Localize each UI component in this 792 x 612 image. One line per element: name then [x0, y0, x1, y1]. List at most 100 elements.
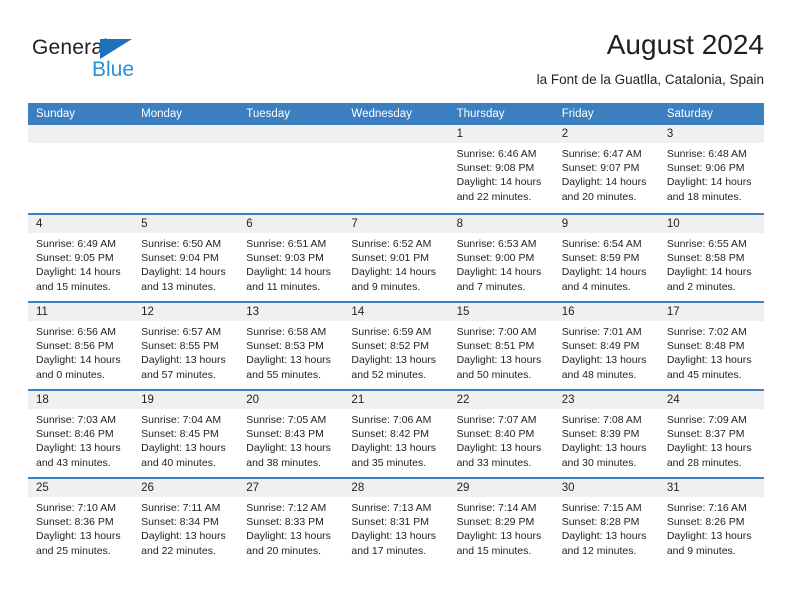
sunrise-text: Sunrise: 7:00 AM: [456, 326, 537, 338]
daylight-text-line1: Daylight: 13 hours: [666, 354, 752, 367]
day-cell[interactable]: 1 Sunrise: 6:46 AM Sunset: 9:08 PM Daylight…: [448, 125, 554, 213]
daylight-text-line1: Daylight: 13 hours: [141, 530, 226, 543]
day-cell[interactable]: 5 Sunrise: 6:50 AM Sunset: 9:04 PM Daylight…: [133, 215, 239, 301]
day-cell[interactable]: 27 Sunrise: 7:12 AM Sunset: 8:33 PM Dayligh…: [238, 479, 344, 565]
sunset-text: Sunset: 9:01 PM: [351, 252, 430, 265]
day-info: Sunrise: 7:09 AM Sunset: 8:37 PM Daylight:…: [659, 409, 764, 470]
daylight-text-line2: and 45 minutes.: [666, 368, 742, 381]
day-number: [238, 125, 344, 143]
day-cell[interactable]: 10 Sunrise: 6:55 AM Sunset: 8:58 PM Dayligh…: [658, 215, 764, 301]
sunrise-text: Sunrise: 6:55 AM: [666, 238, 747, 250]
sunset-text: Sunset: 8:39 PM: [561, 428, 640, 441]
day-cell[interactable]: 4 Sunrise: 6:49 AM Sunset: 9:05 PM Daylight…: [28, 215, 134, 301]
day-cell[interactable]: 31 Sunrise: 7:16 AM Sunset: 8:26 PM Dayligh…: [658, 479, 764, 565]
day-info: Sunrise: 6:55 AM Sunset: 8:58 PM Daylight:…: [659, 233, 764, 294]
day-cell[interactable]: 16 Sunrise: 7:01 AM Sunset: 8:49 PM Dayligh…: [553, 303, 659, 389]
daylight-text-line1: Daylight: 13 hours: [141, 442, 226, 455]
day-cell[interactable]: 13 Sunrise: 6:58 AM Sunset: 8:53 PM Dayligh…: [238, 303, 344, 389]
sunset-text: Sunset: 8:43 PM: [246, 428, 324, 441]
day-cell[interactable]: 19 Sunrise: 7:04 AM Sunset: 8:45 PM Dayligh…: [133, 391, 239, 477]
day-number: 9: [553, 215, 659, 233]
day-cell[interactable]: 7 Sunrise: 6:52 AM Sunset: 9:01 PM Daylight…: [343, 215, 449, 301]
sunrise-text: Sunrise: 7:16 AM: [666, 502, 747, 514]
sunrise-text: Sunrise: 7:09 AM: [666, 414, 747, 426]
daylight-text-line2: and 15 minutes.: [36, 280, 111, 293]
sunrise-text: Sunrise: 7:07 AM: [456, 414, 537, 426]
calendar-page: General Blue August 2024 la Font de la G…: [0, 0, 792, 612]
day-info: Sunrise: 6:56 AM Sunset: 8:56 PM Daylight:…: [28, 321, 133, 382]
sunrise-text: Sunrise: 7:05 AM: [246, 414, 327, 426]
day-info: Sunrise: 7:11 AM Sunset: 8:34 PM Daylight:…: [133, 497, 238, 558]
daylight-text-line2: and 20 minutes.: [561, 190, 637, 203]
day-cell[interactable]: 8 Sunrise: 6:53 AM Sunset: 9:00 PM Daylight…: [448, 215, 554, 301]
daylight-text-line1: Daylight: 14 hours: [456, 266, 542, 279]
sunset-text: Sunset: 8:26 PM: [666, 516, 745, 529]
day-cell[interactable]: 23 Sunrise: 7:08 AM Sunset: 8:39 PM Dayligh…: [553, 391, 659, 477]
day-info: Sunrise: 6:53 AM Sunset: 9:00 PM Daylight:…: [449, 233, 554, 294]
day-info: Sunrise: 6:59 AM Sunset: 8:52 PM Daylight:…: [343, 321, 448, 382]
sunrise-text: Sunrise: 7:13 AM: [351, 502, 432, 514]
sunset-text: Sunset: 8:31 PM: [351, 516, 430, 529]
sunset-text: Sunset: 8:45 PM: [141, 428, 219, 441]
day-cell[interactable]: 11 Sunrise: 6:56 AM Sunset: 8:56 PM Dayligh…: [28, 303, 134, 389]
daylight-text-line1: Daylight: 13 hours: [456, 354, 542, 367]
week-row: 4 Sunrise: 6:49 AM Sunset: 9:05 PM Daylight…: [28, 213, 764, 301]
day-cell[interactable]: 14 Sunrise: 6:59 AM Sunset: 8:52 PM Dayligh…: [343, 303, 449, 389]
weekday-header-sunday: Sunday: [36, 108, 76, 120]
day-cell[interactable]: 3 Sunrise: 6:48 AM Sunset: 9:06 PM Daylight…: [658, 125, 764, 213]
daylight-text-line1: Daylight: 13 hours: [246, 530, 331, 543]
sunrise-text: Sunrise: 6:54 AM: [561, 238, 642, 250]
day-info: Sunrise: 7:04 AM Sunset: 8:45 PM Daylight:…: [133, 409, 238, 470]
day-cell[interactable]: 24 Sunrise: 7:09 AM Sunset: 8:37 PM Dayligh…: [658, 391, 764, 477]
day-cell-empty: [238, 125, 344, 213]
sunrise-text: Sunrise: 6:59 AM: [351, 326, 432, 338]
week-row: 11 Sunrise: 6:56 AM Sunset: 8:56 PM Dayligh…: [28, 301, 764, 389]
weekday-header-tuesday: Tuesday: [246, 108, 290, 120]
day-cell[interactable]: 15 Sunrise: 7:00 AM Sunset: 8:51 PM Dayligh…: [448, 303, 554, 389]
day-number: 30: [553, 479, 659, 497]
day-number: 12: [133, 303, 239, 321]
sunset-text: Sunset: 9:04 PM: [141, 252, 219, 265]
sunset-text: Sunset: 8:52 PM: [351, 340, 430, 353]
day-cell[interactable]: 26 Sunrise: 7:11 AM Sunset: 8:34 PM Dayligh…: [133, 479, 239, 565]
day-cell[interactable]: 12 Sunrise: 6:57 AM Sunset: 8:55 PM Dayligh…: [133, 303, 239, 389]
daylight-text-line2: and 18 minutes.: [666, 190, 742, 203]
sunrise-text: Sunrise: 7:12 AM: [246, 502, 327, 514]
day-cell[interactable]: 22 Sunrise: 7:07 AM Sunset: 8:40 PM Dayligh…: [448, 391, 554, 477]
day-number: 24: [658, 391, 764, 409]
daylight-text-line1: Daylight: 13 hours: [246, 442, 331, 455]
daylight-text-line2: and 38 minutes.: [246, 456, 321, 469]
day-info: Sunrise: 6:54 AM Sunset: 8:59 PM Daylight:…: [554, 233, 659, 294]
day-cell[interactable]: 9 Sunrise: 6:54 AM Sunset: 8:59 PM Daylight…: [553, 215, 659, 301]
daylight-text-line1: Daylight: 14 hours: [141, 266, 226, 279]
day-cell[interactable]: 17 Sunrise: 7:02 AM Sunset: 8:48 PM Dayligh…: [658, 303, 764, 389]
day-cell[interactable]: 30 Sunrise: 7:15 AM Sunset: 8:28 PM Dayligh…: [553, 479, 659, 565]
day-info: Sunrise: 6:51 AM Sunset: 9:03 PM Daylight:…: [238, 233, 343, 294]
day-cell[interactable]: 21 Sunrise: 7:06 AM Sunset: 8:42 PM Dayligh…: [343, 391, 449, 477]
daylight-text-line2: and 11 minutes.: [246, 280, 321, 293]
day-cell[interactable]: 18 Sunrise: 7:03 AM Sunset: 8:46 PM Dayligh…: [28, 391, 134, 477]
general-blue-logo[interactable]: General Blue: [32, 36, 162, 86]
day-info: Sunrise: 6:57 AM Sunset: 8:55 PM Daylight:…: [133, 321, 238, 382]
day-number: 4: [28, 215, 134, 233]
daylight-text-line2: and 2 minutes.: [666, 280, 736, 293]
day-cell[interactable]: 20 Sunrise: 7:05 AM Sunset: 8:43 PM Dayligh…: [238, 391, 344, 477]
daylight-text-line2: and 30 minutes.: [561, 456, 637, 469]
daylight-text-line2: and 15 minutes.: [456, 544, 532, 557]
day-cell[interactable]: 28 Sunrise: 7:13 AM Sunset: 8:31 PM Dayligh…: [343, 479, 449, 565]
daylight-text-line1: Daylight: 13 hours: [666, 442, 752, 455]
sunrise-text: Sunrise: 6:48 AM: [666, 148, 747, 160]
daylight-text-line1: Daylight: 14 hours: [246, 266, 331, 279]
day-cell[interactable]: 25 Sunrise: 7:10 AM Sunset: 8:36 PM Dayligh…: [28, 479, 134, 565]
daylight-text-line1: Daylight: 13 hours: [36, 530, 121, 543]
weekday-header-wednesday: Wednesday: [351, 108, 412, 120]
daylight-text-line1: Daylight: 13 hours: [36, 442, 121, 455]
day-cell-empty: [343, 125, 449, 213]
day-number: 8: [448, 215, 554, 233]
day-cell[interactable]: 29 Sunrise: 7:14 AM Sunset: 8:29 PM Dayligh…: [448, 479, 554, 565]
sunrise-text: Sunrise: 6:57 AM: [141, 326, 222, 338]
day-cell[interactable]: 2 Sunrise: 6:47 AM Sunset: 9:07 PM Daylight…: [553, 125, 659, 213]
day-cell[interactable]: 6 Sunrise: 6:51 AM Sunset: 9:03 PM Daylight…: [238, 215, 344, 301]
sunrise-text: Sunrise: 7:14 AM: [456, 502, 537, 514]
logo-text-general: General: [32, 36, 109, 59]
